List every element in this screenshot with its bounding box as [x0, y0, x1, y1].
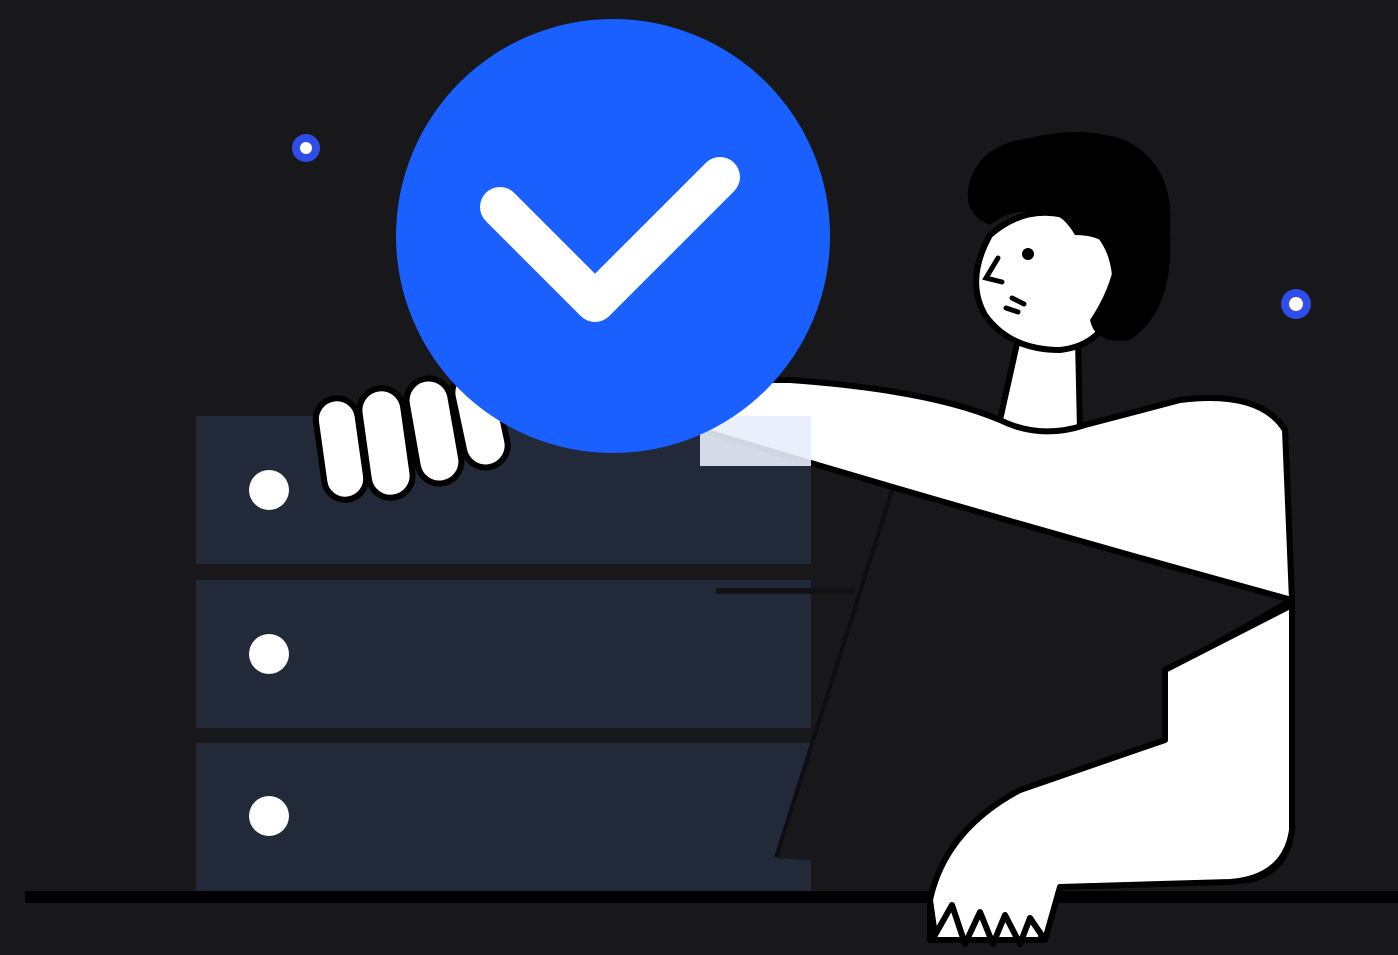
server-led-1	[249, 470, 289, 510]
success-badge	[396, 19, 830, 453]
badge-circle	[396, 19, 830, 453]
success-illustration	[25, 19, 1398, 947]
illustration-stage	[0, 0, 1398, 955]
sparkle-dot-icon	[1281, 289, 1311, 319]
server-led-2	[249, 634, 289, 674]
sparkle-dot-icon	[292, 134, 320, 162]
server-led-3	[249, 796, 289, 836]
server-rack-icon	[196, 416, 855, 891]
